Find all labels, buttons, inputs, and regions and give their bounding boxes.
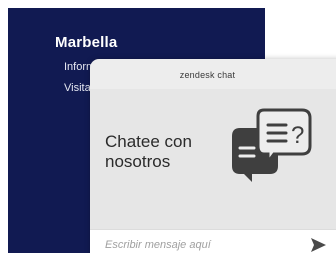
chat-bubbles-icon: ? — [232, 108, 312, 182]
chat-widget: zendesk chat Chatee con nosotros ? — [90, 59, 336, 253]
chat-header-brand: zendesk chat — [179, 70, 236, 80]
page: Marbella Información Visita zendesk chat… — [0, 0, 336, 253]
nav-item-visita[interactable]: Visita — [64, 82, 91, 94]
site-title: Marbella — [55, 34, 118, 51]
chat-cta-text: Chatee con nosotros — [105, 132, 192, 171]
chat-input-bar — [90, 229, 336, 253]
svg-text:?: ? — [291, 122, 304, 149]
send-arrow-icon[interactable] — [308, 235, 328, 253]
chat-message-input[interactable] — [105, 236, 295, 253]
